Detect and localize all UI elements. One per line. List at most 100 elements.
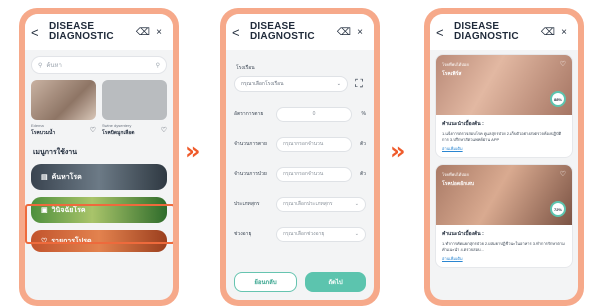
disease-photo: โรคที่พบได้บ่อย โรคปอดอักเสบ ♡ 72% <box>436 165 572 225</box>
result-header: โรคที่พบได้บ่อย โรคปอดอักเสบ <box>442 171 474 188</box>
form-buttons: ย้อนกลับ ถัดไป <box>234 272 366 292</box>
tutorial-stage: < DISEASE DIAGNOSTIC ⌫ × ⚲ ค้นหา ⚲ Edema… <box>0 0 592 307</box>
field-label: อัตราการตาย <box>234 111 264 117</box>
trash-icon[interactable]: ⌫ <box>540 27 556 38</box>
back-icon[interactable]: < <box>436 25 450 40</box>
results-screen: < DISEASE DIAGNOSTIC ⌫ × โรคที่พบได้บ่อย… <box>430 14 578 300</box>
title-line2: DIAGNOSTIC <box>250 31 315 42</box>
advice-text: 1.แจ้งการตรวจสอบโรค ดูแลสุกรป่วย 2.เก็บต… <box>442 131 562 142</box>
result-body: คำแนะนำเบื้องต้น : 1.ทำการคัดแยกสุกรป่วย… <box>436 225 572 267</box>
match-percent: 88% <box>550 91 566 107</box>
app-title: DISEASE DIAGNOSTIC <box>450 22 540 42</box>
farm-select-placeholder: กรุณาเลือกโรงเรือน <box>241 81 284 87</box>
menu-label: ค้นหาโรค <box>51 173 82 181</box>
home-screen: < DISEASE DIAGNOSTIC ⌫ × ⚲ ค้นหา ⚲ Edema… <box>25 14 173 300</box>
field-value: 0 <box>312 111 316 117</box>
search-icon-right[interactable]: ⚲ <box>156 62 160 69</box>
tap-highlight-frame <box>25 204 173 244</box>
result-name: โรคปอดอักเสบ <box>442 181 475 187</box>
search-input[interactable]: ⚲ ค้นหา ⚲ <box>31 56 167 74</box>
field-placeholder: กรุณาเลือกช่วงอายุ <box>283 231 325 237</box>
disease-thumbs: Edema โรคบวมน้ำ ♡ Swine dysentery โรคบิด… <box>25 80 173 137</box>
title-line2: DIAGNOSTIC <box>454 31 519 42</box>
farm-select-row: กรุณาเลือกโรงเรือน ⌄ ⛶ <box>234 76 366 92</box>
search-placeholder: ค้นหา <box>46 63 62 69</box>
advice-title: คำแนะนำเบื้องต้น : <box>442 231 484 237</box>
phone-frame-home: < DISEASE DIAGNOSTIC ⌫ × ⚲ ค้นหา ⚲ Edema… <box>19 8 179 306</box>
diagnosis-form-screen: < DISEASE DIAGNOSTIC ⌫ × โรงเรือน กรุณาเ… <box>226 14 374 300</box>
result-card[interactable]: โรคที่พบได้บ่อย โรคปอดอักเสบ ♡ 72% คำแนะ… <box>435 164 573 268</box>
scan-icon[interactable]: ⛶ <box>352 78 366 91</box>
step-arrow-icon: » <box>185 137 200 165</box>
farm-select[interactable]: กรุณาเลือกโรงเรือน ⌄ <box>234 76 348 92</box>
result-header: โรคที่พบได้บ่อย โรคเพิร์ส <box>442 61 469 78</box>
disease-card[interactable]: Edema โรคบวมน้ำ ♡ <box>31 80 96 137</box>
close-icon[interactable]: × <box>151 27 167 38</box>
chevron-down-icon: ⌄ <box>354 201 359 207</box>
disease-image <box>102 80 167 120</box>
field-placeholder: กรุณาเลือกประเภทสุกร <box>283 201 333 207</box>
chevron-down-icon: ⌄ <box>336 81 341 87</box>
app-header: < DISEASE DIAGNOSTIC ⌫ × <box>430 14 578 50</box>
field-label: จำนวนการตาย <box>234 141 267 147</box>
title-line2: DIAGNOSTIC <box>49 31 114 42</box>
menu-title: เมนูการใช้งาน <box>33 149 78 156</box>
field-placeholder: กรุณากรอกจำนวน <box>283 141 324 147</box>
heart-icon[interactable]: ♡ <box>560 60 566 68</box>
field-label: ประเภทสุกร <box>234 201 260 207</box>
disease-name-th: โรคบิดมูกเลือด <box>102 130 135 136</box>
next-button[interactable]: ถัดไป <box>305 272 366 292</box>
heart-icon[interactable]: ♡ <box>161 126 167 134</box>
mortality-rate-field[interactable]: 0 <box>276 106 352 122</box>
field-unit: % <box>361 111 366 117</box>
disease-name-en: Swine dysentery <box>102 123 132 128</box>
book-icon: ▤ <box>41 174 48 181</box>
chevron-down-icon: ⌄ <box>354 231 359 237</box>
death-count-field[interactable]: กรุณากรอกจำนวน <box>276 136 352 152</box>
result-name: โรคเพิร์ส <box>442 71 462 77</box>
field-unit: ตัว <box>359 141 366 147</box>
sick-count-row: จำนวนการป่วย กรุณากรอกจำนวน ตัว <box>234 166 366 182</box>
app-header: < DISEASE DIAGNOSTIC ⌫ × <box>25 14 173 50</box>
disease-image <box>31 80 96 120</box>
pig-type-select[interactable]: กรุณาเลือกประเภทสุกร ⌄ <box>276 196 366 212</box>
field-unit: ตัว <box>359 171 366 177</box>
result-body: คำแนะนำเบื้องต้น : 1.แจ้งการตรวจสอบโรค ด… <box>436 115 572 157</box>
app-header: < DISEASE DIAGNOSTIC ⌫ × <box>226 14 374 50</box>
match-percent: 72% <box>550 201 566 217</box>
read-more-link[interactable]: อ่านเพิ่มเติม <box>442 145 566 152</box>
close-icon[interactable]: × <box>352 27 368 38</box>
result-card[interactable]: โรคที่พบได้บ่อย โรคเพิร์ส ♡ 88% คำแนะนำเ… <box>435 54 573 158</box>
advice-title: คำแนะนำเบื้องต้น : <box>442 121 484 127</box>
sick-count-field[interactable]: กรุณากรอกจำนวน <box>276 166 352 182</box>
advice-text: 1.ทำการคัดแยกสุกรป่วย 2.ผสมยาปฏิชีวนะในอ… <box>442 241 565 252</box>
read-more-link[interactable]: อ่านเพิ่มเติม <box>442 255 566 262</box>
disease-photo: โรคที่พบได้บ่อย โรคเพิร์ส ♡ 88% <box>436 55 572 115</box>
heart-icon[interactable]: ♡ <box>90 126 96 134</box>
result-tag: โรคที่พบได้บ่อย <box>442 62 469 67</box>
field-label: จำนวนการป่วย <box>234 171 267 177</box>
heart-icon[interactable]: ♡ <box>560 170 566 178</box>
phone-frame-results: < DISEASE DIAGNOSTIC ⌫ × โรคที่พบได้บ่อย… <box>424 8 584 306</box>
age-range-select[interactable]: กรุณาเลือกช่วงอายุ ⌄ <box>276 226 366 242</box>
field-label: ช่วงอายุ <box>234 231 252 237</box>
disease-name-en: Edema <box>31 123 44 128</box>
back-icon[interactable]: < <box>232 25 246 40</box>
menu-search-disease[interactable]: ▤ ค้นหาโรค <box>31 164 167 190</box>
app-title: DISEASE DIAGNOSTIC <box>246 22 336 42</box>
result-tag: โรคที่พบได้บ่อย <box>442 172 469 177</box>
app-title: DISEASE DIAGNOSTIC <box>45 22 135 42</box>
disease-card[interactable]: Swine dysentery โรคบิดมูกเลือด ♡ <box>102 80 167 137</box>
close-icon[interactable]: × <box>556 27 572 38</box>
farm-label: โรงเรือน <box>236 65 255 71</box>
phone-frame-form: < DISEASE DIAGNOSTIC ⌫ × โรงเรือน กรุณาเ… <box>220 8 380 306</box>
mortality-rate-row: อัตราการตาย 0 % <box>234 106 366 122</box>
trash-icon[interactable]: ⌫ <box>336 27 352 38</box>
disease-name-th: โรคบวมน้ำ <box>31 130 56 136</box>
trash-icon[interactable]: ⌫ <box>135 27 151 38</box>
step-arrow-icon: » <box>390 137 405 165</box>
field-placeholder: กรุณากรอกจำนวน <box>283 171 324 177</box>
age-range-row: ช่วงอายุ กรุณาเลือกช่วงอายุ ⌄ <box>234 226 366 242</box>
back-button[interactable]: ย้อนกลับ <box>234 272 297 292</box>
back-icon[interactable]: < <box>31 25 45 40</box>
